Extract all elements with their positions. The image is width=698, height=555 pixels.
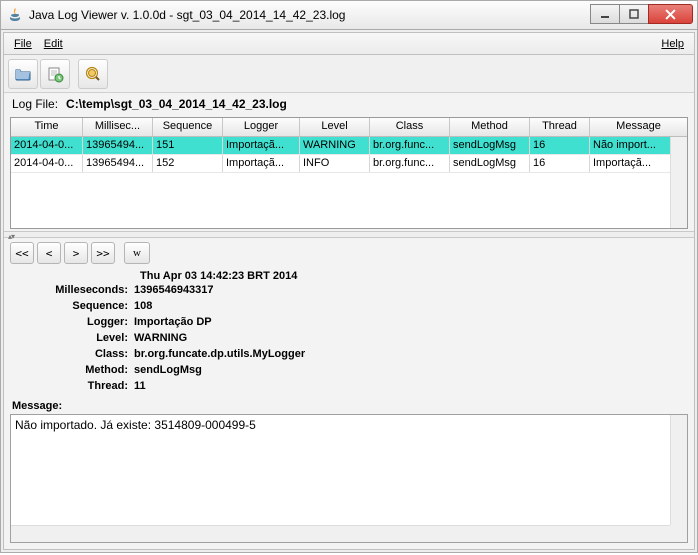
message-label: Message: xyxy=(10,398,688,414)
table-row[interactable]: 2014-04-0... 13965494... 151 Importaçã..… xyxy=(11,137,687,155)
label-seq: Sequence: xyxy=(14,298,134,314)
maximize-button[interactable] xyxy=(619,4,649,24)
detail-panel: Thu Apr 03 14:42:23 BRT 2014 Millesecond… xyxy=(4,268,694,398)
java-icon xyxy=(7,7,23,23)
value-cls: br.org.funcate.dp.utils.MyLogger xyxy=(134,346,305,362)
message-scrollbar-h[interactable] xyxy=(11,525,670,542)
cell-thr: 16 xyxy=(530,155,590,172)
value-thr: 11 xyxy=(134,378,146,394)
nav-last-button[interactable]: >> xyxy=(91,242,115,264)
value-seq: 108 xyxy=(134,298,152,314)
cell-ms: 13965494... xyxy=(83,155,153,172)
col-thread[interactable]: Thread xyxy=(530,118,590,136)
value-log: Importação DP xyxy=(134,314,212,330)
log-table[interactable]: Time Millisec... Sequence Logger Level C… xyxy=(10,117,688,229)
cell-lvl: INFO xyxy=(300,155,370,172)
col-class[interactable]: Class xyxy=(370,118,450,136)
nav-w-button[interactable]: w xyxy=(124,242,150,264)
window-title: Java Log Viewer v. 1.0.0d - sgt_03_04_20… xyxy=(29,8,591,22)
label-meth: Method: xyxy=(14,362,134,378)
open-folder-button[interactable] xyxy=(8,59,38,89)
splitter[interactable]: ▴▾ xyxy=(4,231,694,238)
logfile-row: Log File: C:\temp\sgt_03_04_2014_14_42_2… xyxy=(4,93,694,115)
splitter-grip-icon: ▴▾ xyxy=(8,232,14,241)
message-area: Message: Não importado. Já existe: 35148… xyxy=(10,398,688,543)
table-scrollbar[interactable] xyxy=(670,137,687,228)
message-textarea[interactable]: Não importado. Já existe: 3514809-000499… xyxy=(10,414,688,543)
minimize-button[interactable] xyxy=(590,4,620,24)
menubar: File Edit Help xyxy=(4,33,694,55)
cell-log: Importaçã... xyxy=(223,137,300,154)
menu-help[interactable]: Help xyxy=(655,38,690,50)
cell-cls: br.org.func... xyxy=(370,155,450,172)
cell-seq: 152 xyxy=(153,155,223,172)
cell-meth: sendLogMsg xyxy=(450,137,530,154)
detail-date: Thu Apr 03 14:42:23 BRT 2014 xyxy=(140,270,684,282)
value-ms: 1396546943317 xyxy=(134,282,214,298)
cell-lvl: WARNING xyxy=(300,137,370,154)
menu-file[interactable]: File xyxy=(8,38,38,50)
col-millisec[interactable]: Millisec... xyxy=(83,118,153,136)
table-row[interactable]: 2014-04-0... 13965494... 152 Importaçã..… xyxy=(11,155,687,173)
cell-time: 2014-04-0... xyxy=(11,137,83,154)
reload-button[interactable] xyxy=(40,59,70,89)
value-meth: sendLogMsg xyxy=(134,362,202,378)
nav-next-button[interactable]: > xyxy=(64,242,88,264)
col-message[interactable]: Message xyxy=(590,118,687,136)
titlebar[interactable]: Java Log Viewer v. 1.0.0d - sgt_03_04_20… xyxy=(0,0,698,30)
value-lvl: WARNING xyxy=(134,330,187,346)
nav-prev-button[interactable]: < xyxy=(37,242,61,264)
col-level[interactable]: Level xyxy=(300,118,370,136)
label-lvl: Level: xyxy=(14,330,134,346)
message-scrollbar-v[interactable] xyxy=(670,415,687,525)
table-header: Time Millisec... Sequence Logger Level C… xyxy=(11,118,687,137)
cell-meth: sendLogMsg xyxy=(450,155,530,172)
logfile-label: Log File: xyxy=(12,97,58,111)
label-log: Logger: xyxy=(14,314,134,330)
label-cls: Class: xyxy=(14,346,134,362)
window-controls xyxy=(591,1,697,29)
nav-row: << < > >> w xyxy=(4,238,694,268)
cell-thr: 16 xyxy=(530,137,590,154)
cell-log: Importaçã... xyxy=(223,155,300,172)
find-button[interactable] xyxy=(78,59,108,89)
col-time[interactable]: Time xyxy=(11,118,83,136)
logfile-path: C:\temp\sgt_03_04_2014_14_42_23.log xyxy=(66,97,287,111)
col-logger[interactable]: Logger xyxy=(223,118,300,136)
toolbar xyxy=(4,55,694,93)
label-ms: Milleseconds: xyxy=(14,282,134,298)
cell-time: 2014-04-0... xyxy=(11,155,83,172)
label-thr: Thread: xyxy=(14,378,134,394)
menu-edit[interactable]: Edit xyxy=(38,38,69,50)
message-text: Não importado. Já existe: 3514809-000499… xyxy=(15,418,256,432)
nav-first-button[interactable]: << xyxy=(10,242,34,264)
cell-cls: br.org.func... xyxy=(370,137,450,154)
scrollbar-corner xyxy=(670,525,687,542)
col-sequence[interactable]: Sequence xyxy=(153,118,223,136)
close-button[interactable] xyxy=(648,4,693,24)
col-method[interactable]: Method xyxy=(450,118,530,136)
cell-ms: 13965494... xyxy=(83,137,153,154)
cell-seq: 151 xyxy=(153,137,223,154)
